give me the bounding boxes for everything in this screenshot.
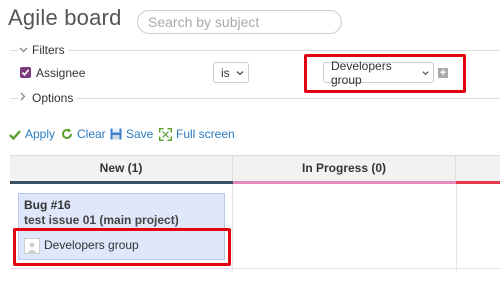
column-label: New (1) [99, 161, 143, 175]
filters-legend: Filters [32, 43, 65, 57]
options-toggle[interactable]: Options [18, 91, 77, 105]
column-header-next [456, 156, 500, 181]
page-title: Agile board [8, 5, 122, 30]
column-header-in-progress: In Progress (0) [233, 156, 456, 181]
clear-button[interactable]: Clear [61, 127, 106, 141]
column-label: In Progress (0) [301, 161, 387, 175]
fullscreen-button[interactable]: Full screen [159, 127, 235, 141]
search-input[interactable] [137, 10, 342, 34]
card-assignee[interactable]: Developers group [44, 238, 139, 252]
save-label: Save [126, 127, 154, 141]
options-divider [10, 98, 500, 99]
operator-value: is [221, 65, 230, 80]
chevron-down-icon [422, 70, 429, 75]
clear-label: Clear [77, 127, 106, 141]
column-color-bar-new [10, 181, 233, 184]
column-color-bar-next [456, 181, 500, 184]
add-value-icon[interactable]: + [438, 68, 448, 79]
options-legend: Options [32, 91, 74, 105]
fullscreen-icon [159, 127, 172, 141]
assignee-value-select[interactable]: Developers group [323, 59, 434, 87]
column-divider [232, 184, 233, 272]
apply-button[interactable]: Apply [9, 127, 55, 141]
checkmark-icon [9, 129, 21, 140]
filters-divider [10, 50, 500, 51]
assignee-value: Developers group [331, 58, 392, 87]
save-button[interactable]: Save [110, 127, 153, 141]
assignee-checkbox[interactable] [20, 67, 31, 78]
avatar [24, 238, 40, 254]
card-title[interactable]: Bug #16 [24, 198, 71, 212]
chevron-down-icon [236, 70, 244, 75]
fullscreen-label: Full screen [176, 127, 235, 141]
board-bottom-border [10, 268, 500, 269]
apply-label: Apply [25, 127, 56, 141]
chevron-right-icon [18, 92, 28, 104]
floppy-icon [110, 128, 122, 140]
assignee-label: Assignee [36, 66, 86, 80]
column-color-bar-in-progress [233, 181, 456, 184]
check-icon [21, 69, 30, 76]
filters-toggle[interactable]: Filters [18, 43, 68, 57]
column-divider [456, 184, 457, 272]
column-header-new: New (1) [10, 156, 233, 181]
user-icon [27, 242, 37, 253]
reload-icon [61, 128, 73, 140]
card-subject: test issue 01 (main project) [24, 213, 179, 227]
operator-select[interactable]: is [213, 62, 249, 83]
chevron-down-icon [18, 45, 28, 56]
